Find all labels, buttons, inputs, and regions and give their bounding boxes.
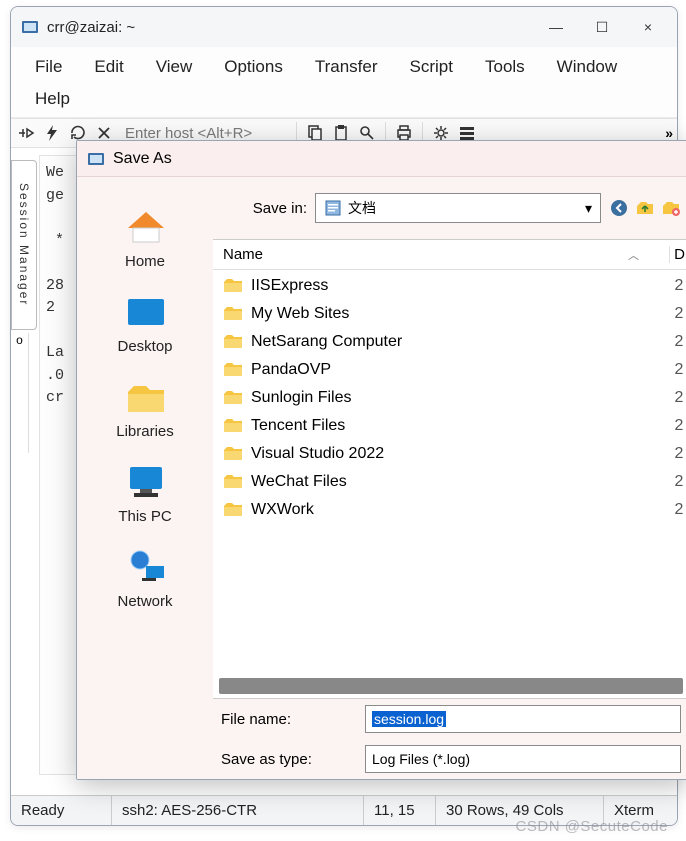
window-title: crr@zaizai: ~	[47, 19, 533, 36]
place-libraries[interactable]: Libraries	[116, 377, 174, 440]
list-item[interactable]: PandaOVP 2	[213, 356, 686, 384]
list-item-d: 2	[669, 417, 686, 435]
save-in-value: 文档	[348, 198, 376, 218]
menu-window[interactable]: Window	[541, 51, 633, 83]
list-item[interactable]: Visual Studio 2022 2	[213, 440, 686, 468]
place-network-label: Network	[117, 593, 172, 610]
menu-help[interactable]: Help	[19, 83, 86, 115]
place-home-label: Home	[125, 253, 165, 270]
list-item-label: Visual Studio 2022	[251, 445, 384, 463]
menu-edit[interactable]: Edit	[78, 51, 139, 83]
list-item-d: 2	[669, 333, 686, 351]
listview-header[interactable]: Name ︿ D	[213, 240, 686, 270]
status-term: Xterm	[603, 796, 677, 825]
save-in-combo[interactable]: 文档 ▾	[315, 193, 601, 223]
documents-icon	[324, 199, 342, 217]
list-item[interactable]: My Web Sites 2	[213, 300, 686, 328]
lightning-icon[interactable]	[41, 122, 63, 144]
host-input[interactable]: Enter host <Alt+R>	[119, 125, 289, 142]
side-strip[interactable]: o	[11, 333, 29, 453]
sort-indicator-icon: ︿	[628, 247, 639, 263]
save-type-combo[interactable]: Log Files (*.log)	[365, 745, 681, 773]
list-item-label: PandaOVP	[251, 361, 331, 379]
list-item-d: 2	[669, 277, 686, 295]
place-desktop[interactable]: Desktop	[117, 292, 172, 355]
status-connection: ssh2: AES-256-CTR	[111, 796, 363, 825]
list-item-label: WeChat Files	[251, 473, 347, 491]
menu-view[interactable]: View	[140, 51, 209, 83]
list-item-label: Sunlogin Files	[251, 389, 352, 407]
file-name-label: File name:	[221, 711, 355, 728]
list-item[interactable]: Tencent Files 2	[213, 412, 686, 440]
dialog-app-icon	[87, 150, 105, 168]
up-folder-icon[interactable]	[635, 198, 655, 218]
list-item-label: WXWork	[251, 501, 314, 519]
menu-tools[interactable]: Tools	[469, 51, 541, 83]
col-name[interactable]: Name	[223, 246, 263, 263]
app-icon	[21, 18, 39, 36]
dialog-title: Save As	[113, 150, 172, 168]
session-manager-tab[interactable]: Session Manager	[11, 160, 37, 330]
maximize-button[interactable]: ☐	[579, 12, 625, 42]
place-network[interactable]: Network	[117, 547, 172, 610]
places-bar: Home Desktop Libraries This PC Network	[77, 177, 213, 779]
menu-transfer[interactable]: Transfer	[299, 51, 394, 83]
list-item-d: 2	[669, 389, 686, 407]
place-thispc-label: This PC	[118, 508, 171, 525]
place-home[interactable]: Home	[124, 207, 166, 270]
toolbar-overflow[interactable]: »	[665, 125, 673, 141]
list-item[interactable]: NetSarang Computer 2	[213, 328, 686, 356]
col-d[interactable]: D	[669, 246, 686, 263]
list-item-d: 2	[669, 473, 686, 491]
dialog-right-pane: Save in: 文档 ▾ Name	[213, 177, 686, 779]
list-item-label: NetSarang Computer	[251, 333, 402, 351]
save-type-value: Log Files (*.log)	[372, 751, 470, 767]
list-item-label: IISExpress	[251, 277, 328, 295]
back-icon[interactable]	[609, 198, 629, 218]
list-item-d: 2	[669, 361, 686, 379]
list-item[interactable]: Sunlogin Files 2	[213, 384, 686, 412]
statusbar: Ready ssh2: AES-256-CTR 11, 15 30 Rows, …	[11, 795, 677, 825]
list-item-d: 2	[669, 445, 686, 463]
close-button[interactable]: ×	[625, 12, 671, 42]
save-as-dialog: Save As Home Desktop Libraries This PC	[76, 140, 686, 780]
menu-script[interactable]: Script	[394, 51, 469, 83]
status-ready: Ready	[11, 796, 111, 825]
dialog-titlebar: Save As	[77, 141, 686, 177]
menubar: File Edit View Options Transfer Script T…	[11, 47, 677, 118]
file-name-input[interactable]: session.log	[365, 705, 681, 733]
list-item[interactable]: WeChat Files 2	[213, 468, 686, 496]
chevron-down-icon: ▾	[585, 200, 592, 217]
list-item-d: 2	[669, 305, 686, 323]
new-folder-icon[interactable]	[661, 198, 681, 218]
horizontal-scrollbar[interactable]	[219, 678, 683, 694]
save-in-label: Save in:	[221, 200, 307, 217]
desktop-icon	[124, 292, 166, 334]
save-type-label: Save as type:	[221, 751, 355, 768]
list-item-label: My Web Sites	[251, 305, 349, 323]
place-libraries-label: Libraries	[116, 423, 174, 440]
connect-icon[interactable]	[15, 122, 37, 144]
list-item[interactable]: WXWork 2	[213, 496, 686, 524]
libraries-icon	[124, 377, 166, 419]
home-icon	[124, 207, 166, 249]
place-desktop-label: Desktop	[117, 338, 172, 355]
thispc-icon	[124, 462, 166, 504]
titlebar: crr@zaizai: ~ — ☐ ×	[11, 7, 677, 47]
minimize-button[interactable]: —	[533, 12, 579, 42]
list-item-label: Tencent Files	[251, 417, 345, 435]
status-cursor: 11, 15	[363, 796, 435, 825]
file-name-value: session.log	[372, 711, 446, 727]
list-item[interactable]: IISExpress 2	[213, 272, 686, 300]
list-item-d: 2	[669, 501, 686, 519]
place-thispc[interactable]: This PC	[118, 462, 171, 525]
menu-options[interactable]: Options	[208, 51, 299, 83]
network-icon	[124, 547, 166, 589]
status-size: 30 Rows, 49 Cols	[435, 796, 603, 825]
file-listview[interactable]: Name ︿ D IISExpress2My Web Sites2NetSara…	[213, 239, 686, 699]
menu-file[interactable]: File	[19, 51, 78, 83]
